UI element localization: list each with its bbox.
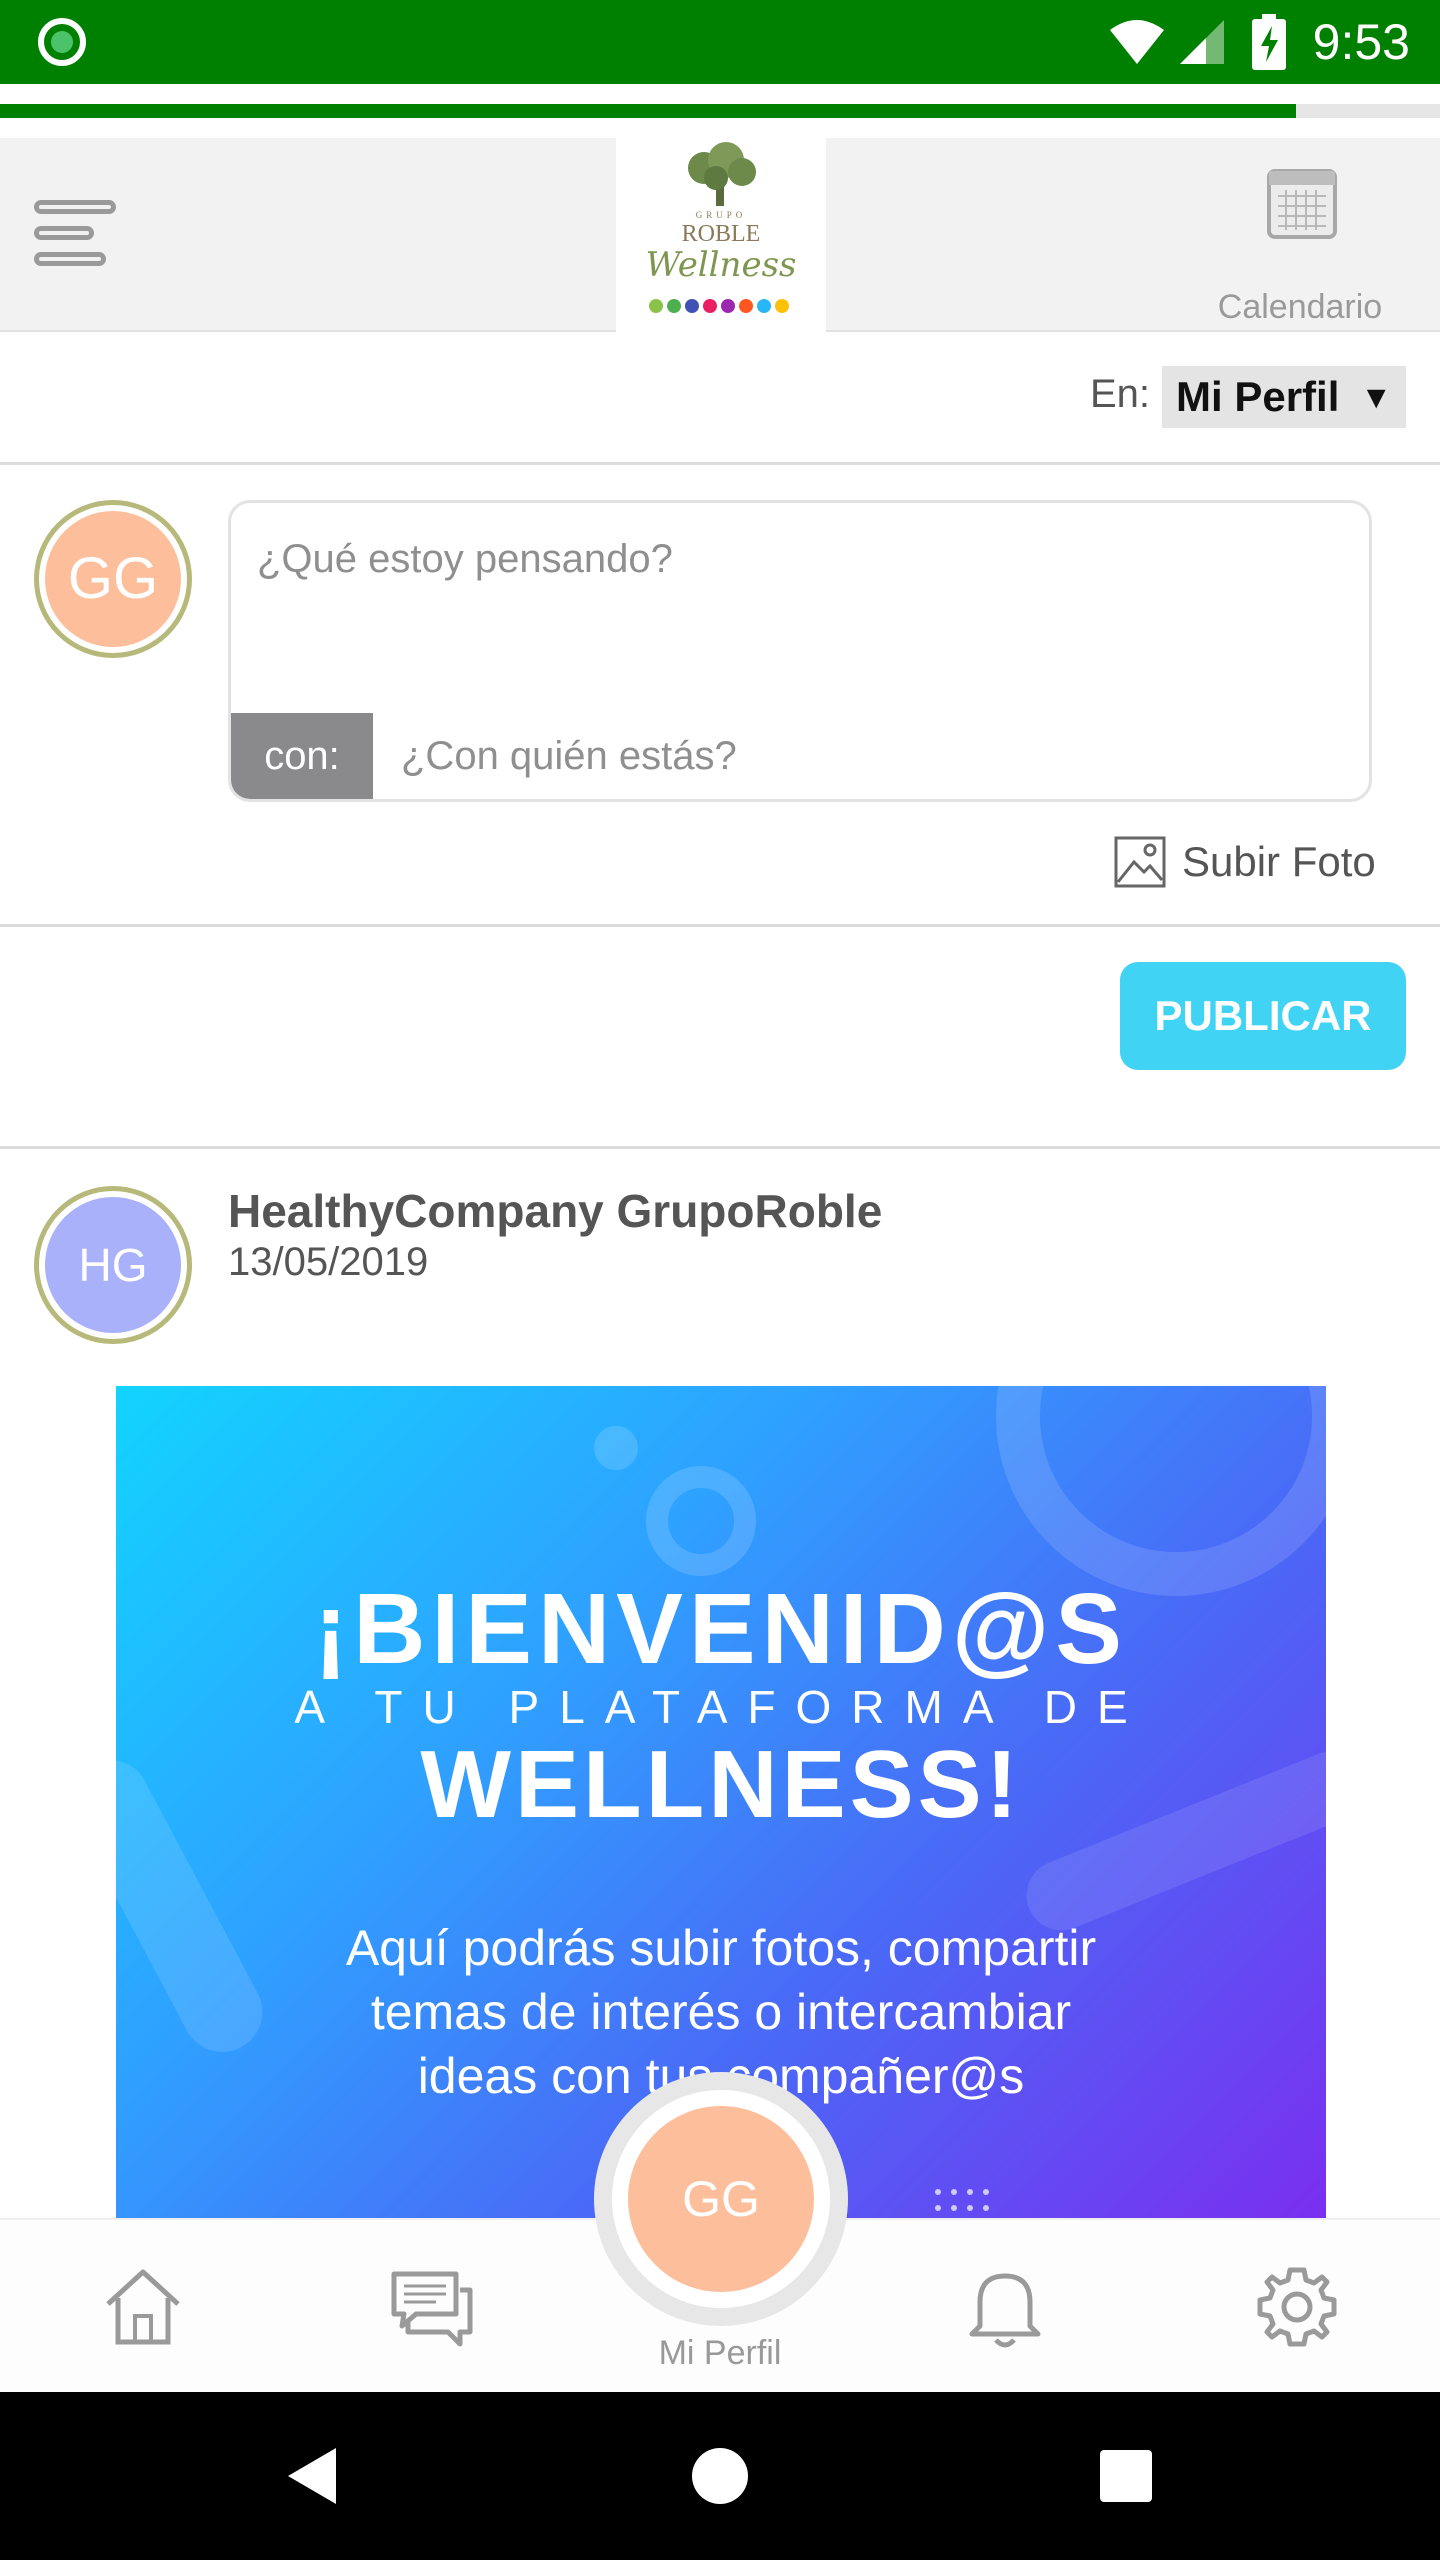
image-body-line: Aquí podrás subir fotos, compartir <box>345 1920 1097 1976</box>
scope-row: En: Mi Perfil ▼ <box>0 334 1440 464</box>
post-author-name[interactable]: HealthyCompany GrupoRoble <box>228 1184 882 1238</box>
menu-line <box>34 252 106 266</box>
profile-fab-initials: GG <box>628 2106 814 2292</box>
home-icon <box>106 2269 180 2345</box>
status-time: 9:53 <box>1312 14 1410 70</box>
system-navigation-bar <box>0 2392 1440 2560</box>
gear-icon <box>1257 2267 1337 2347</box>
nav-home[interactable] <box>98 2262 188 2352</box>
wifi-icon <box>1110 20 1164 64</box>
bell-icon <box>969 2273 1041 2348</box>
post-date: 13/05/2019 <box>228 1240 429 1284</box>
signal-icon <box>1180 20 1224 64</box>
menu-line <box>34 200 116 214</box>
back-icon[interactable] <box>284 2446 340 2506</box>
composer-avatar-initials: GG <box>45 511 181 647</box>
image-body-line: temas de interés o intercambiar <box>370 1984 1072 2040</box>
app-header: GRUPO ROBLE Wellness Calendario <box>0 138 1440 332</box>
scope-selected-value: Mi Perfil <box>1176 373 1340 420</box>
grupo-roble-wellness-logo[interactable]: GRUPO ROBLE Wellness <box>616 138 826 332</box>
loading-progress-bar <box>0 104 1440 118</box>
profile-fab[interactable]: GG <box>594 2072 848 2326</box>
menu-line <box>34 226 94 240</box>
decorative-dots <box>935 2189 989 2211</box>
profile-fab-label: Mi Perfil <box>658 2334 782 2372</box>
scope-select[interactable]: Mi Perfil ▼ <box>1162 366 1406 428</box>
chat-icon <box>391 2271 473 2347</box>
decorative-circle <box>646 1466 756 1576</box>
recording-icon <box>38 18 86 66</box>
dropdown-caret-icon: ▼ <box>1360 379 1392 415</box>
image-heading-3: WELLNESS! <box>420 1731 1022 1838</box>
calendar-icon <box>1267 169 1337 239</box>
loading-progress-fill <box>0 104 1296 118</box>
post-author-initials: HG <box>45 1197 181 1333</box>
decorative-circle <box>996 1386 1326 1596</box>
image-heading-1: ¡BIENVENID@S <box>313 1573 1129 1685</box>
thought-input[interactable]: ¿Qué estoy pensando? <box>257 537 673 582</box>
publish-button[interactable]: PUBLICAR <box>1120 962 1406 1070</box>
home-circle-icon[interactable] <box>690 2446 750 2506</box>
post-author-avatar[interactable]: HG <box>34 1186 192 1344</box>
divider <box>0 462 1440 465</box>
post-composer: ¿Qué estoy pensando? con: ¿Con quién est… <box>228 500 1372 802</box>
logo-graphic: GRUPO ROBLE Wellness <box>646 142 797 313</box>
logo-text-top: GRUPO <box>696 210 747 220</box>
recents-icon[interactable] <box>1098 2448 1154 2504</box>
image-icon <box>1114 836 1166 888</box>
calendar-button[interactable]: Calendario <box>1200 168 1400 326</box>
nav-notifications[interactable] <box>960 2262 1050 2352</box>
nav-settings[interactable] <box>1252 2262 1342 2352</box>
nav-messages[interactable] <box>386 2262 476 2352</box>
with-label: con: <box>231 713 373 799</box>
with-input[interactable]: ¿Con quién estás? <box>401 734 737 779</box>
logo-text-script: Wellness <box>646 245 797 285</box>
logo-text-mid: ROBLE <box>682 221 761 247</box>
divider <box>0 1146 1440 1149</box>
image-heading-2: A TU PLATAFORMA DE <box>294 1681 1148 1733</box>
scope-prefix: En: <box>1089 372 1150 416</box>
menu-button[interactable] <box>32 194 122 278</box>
calendar-label: Calendario <box>1217 288 1383 326</box>
battery-charging-icon <box>1252 14 1286 70</box>
divider <box>0 924 1440 927</box>
upload-photo-label: Subir Foto <box>1182 838 1376 885</box>
status-bar: 9:53 <box>0 0 1440 84</box>
decorative-dot <box>594 1426 638 1470</box>
composer-avatar[interactable]: GG <box>34 500 192 658</box>
